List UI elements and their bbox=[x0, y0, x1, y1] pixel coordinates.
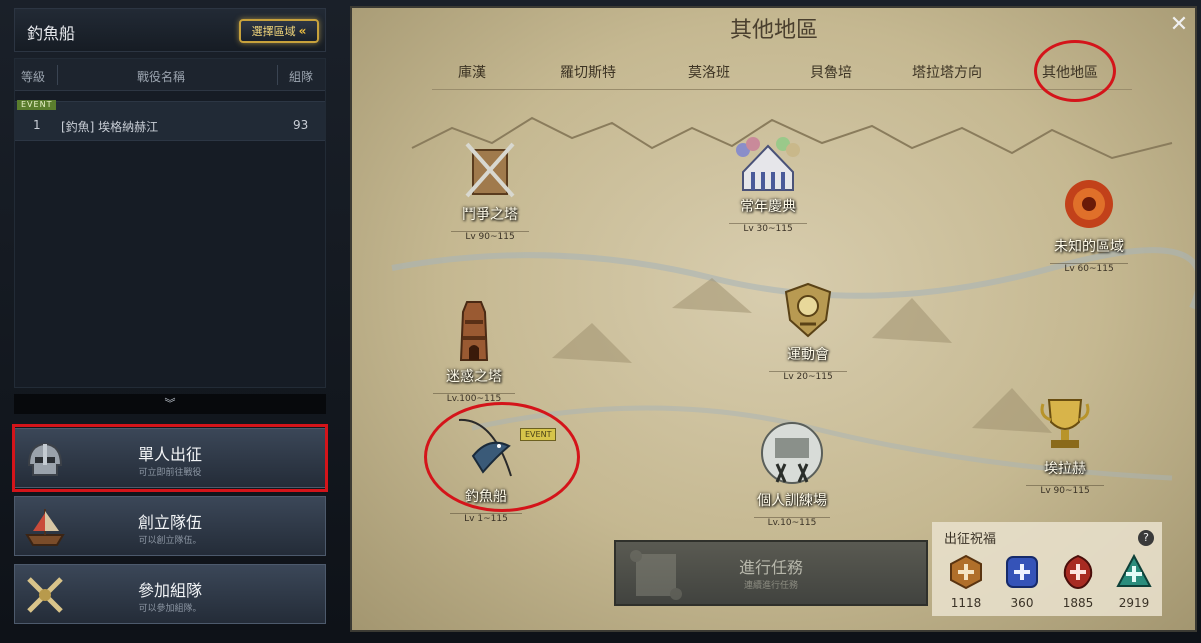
blessing-item[interactable]: 2919 bbox=[1112, 553, 1156, 610]
double-chevron-left-icon: « bbox=[298, 24, 307, 38]
battle-list: 等級 戰役名稱 組隊 EVENT 1 [釣魚] 埃格納赫江 93 bbox=[14, 58, 326, 388]
join-party-label: 參加組隊 bbox=[137, 581, 202, 600]
blessing-item[interactable]: 1118 bbox=[944, 554, 988, 610]
close-icon[interactable]: ✕ bbox=[1167, 14, 1191, 38]
map-node-sports-meet[interactable]: 運動會 Lv 20~115 bbox=[748, 280, 868, 383]
node-level: Lv 90~115 bbox=[451, 231, 529, 242]
blessing-value: 1118 bbox=[950, 596, 982, 610]
training-ground-icon bbox=[761, 422, 823, 484]
map-node-confusion-tower[interactable]: 迷惑之塔 Lv.100~115 bbox=[414, 292, 534, 405]
row-grade: 1 bbox=[33, 118, 41, 132]
node-name: 迷惑之塔 bbox=[446, 369, 502, 385]
highlight-ring bbox=[1034, 40, 1116, 102]
row-party-count: 93 bbox=[293, 118, 309, 132]
map-title: 其他地區 bbox=[729, 18, 818, 43]
list-item[interactable]: EVENT 1 [釣魚] 埃格納赫江 93 bbox=[15, 100, 325, 141]
join-party-button[interactable]: 參加組隊 可以參加組隊。 bbox=[14, 564, 326, 624]
crossed-swords-icon bbox=[465, 142, 515, 198]
tab-morovan[interactable]: 莫洛班 bbox=[688, 62, 730, 82]
tab-berupe[interactable]: 貝魯培 bbox=[810, 62, 852, 82]
blessing-teal-icon bbox=[1116, 553, 1152, 587]
event-badge: EVENT bbox=[17, 100, 57, 110]
blessing-value: 2919 bbox=[1118, 596, 1150, 610]
create-party-sub: 可以創立隊伍。 bbox=[138, 536, 202, 546]
highlight-ring bbox=[12, 424, 328, 492]
column-party[interactable]: 組隊 bbox=[289, 68, 313, 85]
proceed-task-button[interactable]: 進行任務 連續進行任務 bbox=[614, 540, 928, 606]
row-battle-name: [釣魚] 埃格納赫江 bbox=[61, 120, 159, 134]
golden-trophy-icon bbox=[1040, 399, 1090, 448]
expand-list-button[interactable]: ︾ bbox=[14, 394, 326, 414]
select-region-label: 選擇區域 bbox=[251, 25, 296, 38]
create-party-label: 創立隊伍 bbox=[137, 513, 202, 532]
column-battle-name[interactable]: 戰役名稱 bbox=[137, 68, 185, 85]
trophy-shield-icon bbox=[784, 282, 832, 338]
node-name: 未知的區域 bbox=[1054, 239, 1124, 255]
node-name: 常年慶典 bbox=[740, 199, 796, 215]
blessing-item[interactable]: 360 bbox=[1000, 554, 1044, 610]
left-panel: 釣魚船 選擇區域 « 等級 戰役名稱 組隊 EVENT 1 [釣魚] 埃格納赫江… bbox=[0, 0, 338, 643]
node-name: 個人訓練場 bbox=[757, 493, 827, 509]
blessing-blue-icon bbox=[1006, 556, 1038, 588]
column-grade[interactable]: 等級 bbox=[21, 68, 45, 85]
vortex-icon bbox=[1065, 180, 1113, 228]
double-chevron-down-icon: ︾ bbox=[164, 397, 176, 410]
node-name: 運動會 bbox=[787, 347, 829, 363]
app-window: 釣魚船 選擇區域 « 等級 戰役名稱 組隊 EVENT 1 [釣魚] 埃格納赫江… bbox=[0, 0, 1201, 643]
map-node-training-ground[interactable]: 個人訓練場 Lv.10~115 bbox=[722, 420, 862, 529]
node-level: Lv 60~115 bbox=[1050, 263, 1128, 274]
node-level: Lv 20~115 bbox=[769, 371, 847, 382]
blessing-item[interactable]: 1885 bbox=[1056, 554, 1100, 610]
select-region-button[interactable]: 選擇區域 « bbox=[239, 19, 319, 43]
tab-rochester[interactable]: 羅切斯特 bbox=[560, 62, 616, 82]
map-node-struggle-tower[interactable]: 鬥爭之塔 Lv 90~115 bbox=[430, 140, 550, 243]
node-level: Lv 1~115 bbox=[450, 513, 522, 524]
proceed-task-sub: 連續進行任務 bbox=[743, 581, 798, 591]
map-node-annual-festival[interactable]: 常年慶典 Lv 30~115 bbox=[708, 136, 828, 235]
node-level: Lv 90~115 bbox=[1026, 485, 1104, 496]
node-name: 鬥爭之塔 bbox=[462, 207, 518, 223]
region-map: 其他地區 ✕ 庫漢 羅切斯特 莫洛班 貝魯培 塔拉塔方向 其他地區 鬥爭之塔 L… bbox=[350, 6, 1197, 632]
node-level: Lv 30~115 bbox=[729, 223, 807, 234]
blessing-value: 360 bbox=[1010, 596, 1034, 610]
left-panel-header: 釣魚船 選擇區域 « bbox=[14, 8, 326, 52]
tower-icon bbox=[459, 301, 489, 361]
panel-title: 釣魚船 bbox=[27, 24, 76, 43]
proceed-task-label: 進行任務 bbox=[738, 558, 803, 577]
map-node-unknown-region[interactable]: 未知的區域 Lv 60~115 bbox=[1026, 176, 1152, 275]
create-party-button[interactable]: 創立隊伍 可以創立隊伍。 bbox=[14, 496, 326, 556]
highlight-ring bbox=[424, 402, 580, 512]
blessing-title: 出征祝福 bbox=[944, 532, 997, 547]
tab-talata[interactable]: 塔拉塔方向 bbox=[912, 62, 982, 82]
expedition-blessing-panel: 出征祝福 ? 1118 360 1885 2919 bbox=[932, 522, 1162, 616]
map-node-elach[interactable]: 埃拉赫 Lv 90~115 bbox=[1010, 394, 1120, 497]
node-name: 埃拉赫 bbox=[1044, 461, 1086, 477]
blessing-value: 1885 bbox=[1062, 596, 1094, 610]
tab-kuhan[interactable]: 庫漢 bbox=[458, 62, 486, 82]
node-level: Lv.10~115 bbox=[753, 517, 831, 528]
circus-tent-icon bbox=[736, 137, 800, 191]
help-icon[interactable]: ? bbox=[1138, 530, 1154, 546]
join-party-sub: 可以參加組隊。 bbox=[138, 604, 202, 614]
region-tabs: 庫漢 羅切斯特 莫洛班 貝魯培 塔拉塔方向 其他地區 bbox=[432, 60, 1132, 90]
blessing-red-icon bbox=[1063, 554, 1093, 590]
blessing-orange-icon bbox=[950, 554, 982, 590]
column-divider bbox=[57, 65, 58, 85]
list-header: 等級 戰役名稱 組隊 bbox=[15, 59, 325, 91]
column-divider bbox=[277, 65, 278, 85]
